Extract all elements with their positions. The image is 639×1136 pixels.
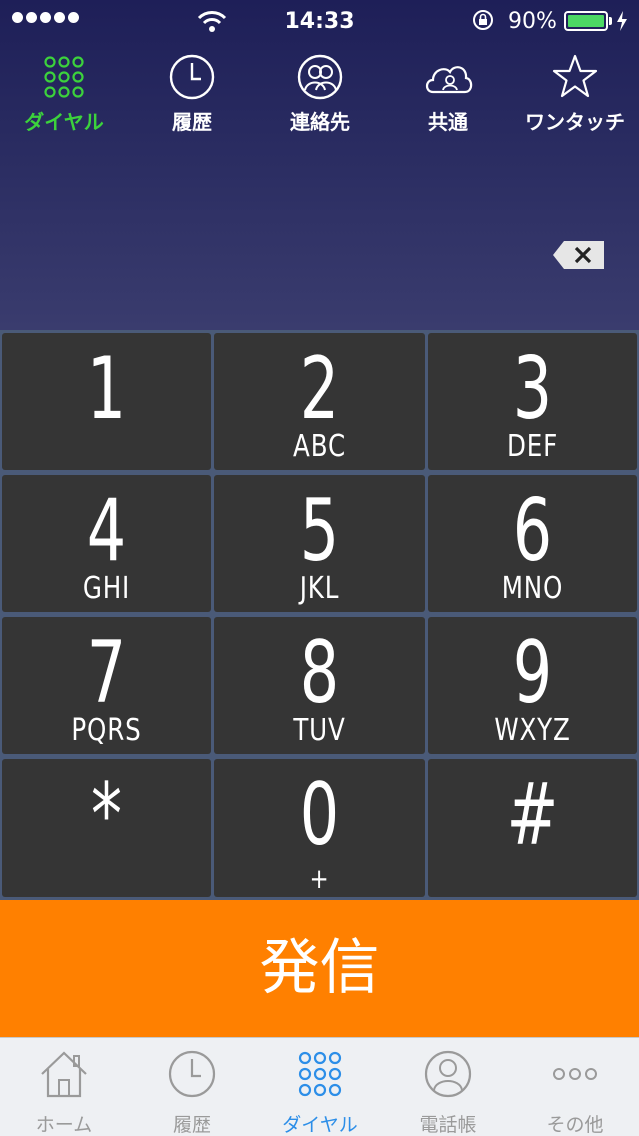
key-hash[interactable]: # (428, 759, 637, 897)
tab-dial-label: ダイヤル (24, 110, 104, 134)
key-4[interactable]: 4 GHI (2, 475, 211, 612)
key-star[interactable]: * (2, 759, 211, 897)
key-2[interactable]: 2 ABC (214, 333, 425, 470)
tab-dial[interactable]: ダイヤル (0, 48, 128, 138)
contacts-icon (297, 54, 343, 100)
dialpad: 1 2 ABC 3 DEF 4 GHI 5 JKL 6 MNO 7 PQRS 8… (0, 330, 639, 900)
key-0[interactable]: 0 + (214, 759, 425, 897)
key-letters: GHI (82, 571, 131, 606)
key-digit: 9 (512, 623, 553, 723)
top-tab-bar: ダイヤル 履歴 連絡先 共通 ワンタッチ (0, 48, 639, 138)
tab-shared[interactable]: 共通 (384, 48, 512, 138)
key-3[interactable]: 3 DEF (428, 333, 637, 470)
more-icon (553, 1068, 597, 1080)
key-letters: WXYZ (494, 713, 571, 748)
bottom-tab-home-label: ホーム (35, 1114, 93, 1136)
status-bar: 14:33 90% (0, 0, 639, 42)
clock-icon (169, 54, 215, 100)
key-digit: 0 (299, 765, 340, 865)
key-digit: 7 (86, 623, 127, 723)
bottom-tab-history-label: 履歴 (172, 1114, 211, 1136)
charging-bolt-icon (617, 11, 627, 31)
key-digit: 5 (299, 481, 340, 581)
key-digit: 2 (299, 339, 340, 439)
tab-history-label: 履歴 (172, 110, 212, 134)
home-icon (41, 1051, 87, 1098)
key-5[interactable]: 5 JKL (214, 475, 425, 612)
key-letters: MNO (501, 571, 564, 606)
bottom-tab-more-label: その他 (546, 1114, 604, 1136)
header-area: 14:33 90% ダイヤル 履歴 連絡先 共通 ワンタッチ (0, 0, 639, 330)
bottom-tab-dial[interactable]: ダイヤル (256, 1038, 384, 1136)
key-letters: PQRS (71, 713, 142, 748)
tab-history[interactable]: 履歴 (128, 48, 256, 138)
bottom-tab-bar: ホーム 履歴 ダイヤル 電話帳 その他 (0, 1037, 639, 1136)
clock-icon (168, 1050, 216, 1098)
key-9[interactable]: 9 WXYZ (428, 617, 637, 754)
key-digit: 8 (299, 623, 340, 723)
key-digit: 1 (86, 339, 127, 439)
battery-icon (564, 11, 608, 31)
dialpad-icon (298, 1051, 342, 1097)
key-digit: 3 (512, 339, 553, 439)
key-digit: # (506, 765, 559, 865)
call-button[interactable]: 発信 (0, 900, 639, 1037)
tab-onetouch[interactable]: ワンタッチ (511, 48, 639, 138)
rotation-lock-icon (473, 10, 493, 30)
key-8[interactable]: 8 TUV (214, 617, 425, 754)
key-digit: 4 (86, 481, 127, 581)
cloud-contacts-icon (425, 66, 473, 94)
battery-percent: 90% (508, 9, 557, 34)
bottom-tab-more[interactable]: その他 (511, 1038, 639, 1136)
bottom-tab-dial-label: ダイヤル (282, 1114, 358, 1136)
tab-contacts[interactable]: 連絡先 (256, 48, 384, 138)
call-button-label: 発信 (259, 933, 380, 1003)
key-letters: TUV (293, 713, 346, 748)
bottom-tab-phonebook-label: 電話帳 (419, 1114, 477, 1136)
dialpad-icon (44, 56, 84, 98)
tab-contacts-label: 連絡先 (290, 110, 350, 134)
backspace-icon[interactable] (552, 240, 606, 270)
bottom-tab-home[interactable]: ホーム (0, 1038, 128, 1136)
key-letters: JKL (299, 571, 340, 606)
key-1[interactable]: 1 (2, 333, 211, 470)
key-7[interactable]: 7 PQRS (2, 617, 211, 754)
battery-tip (609, 17, 612, 25)
key-letters: DEF (506, 429, 559, 464)
contact-icon (424, 1050, 472, 1098)
key-letters: + (309, 862, 330, 895)
tab-onetouch-label: ワンタッチ (525, 110, 625, 134)
key-6[interactable]: 6 MNO (428, 475, 637, 612)
star-icon (552, 54, 598, 98)
key-digit: 6 (512, 481, 553, 581)
key-digit: * (91, 765, 122, 865)
bottom-tab-history[interactable]: 履歴 (128, 1038, 256, 1136)
bottom-tab-phonebook[interactable]: 電話帳 (384, 1038, 512, 1136)
key-letters: ABC (293, 429, 346, 464)
tab-shared-label: 共通 (428, 110, 468, 134)
